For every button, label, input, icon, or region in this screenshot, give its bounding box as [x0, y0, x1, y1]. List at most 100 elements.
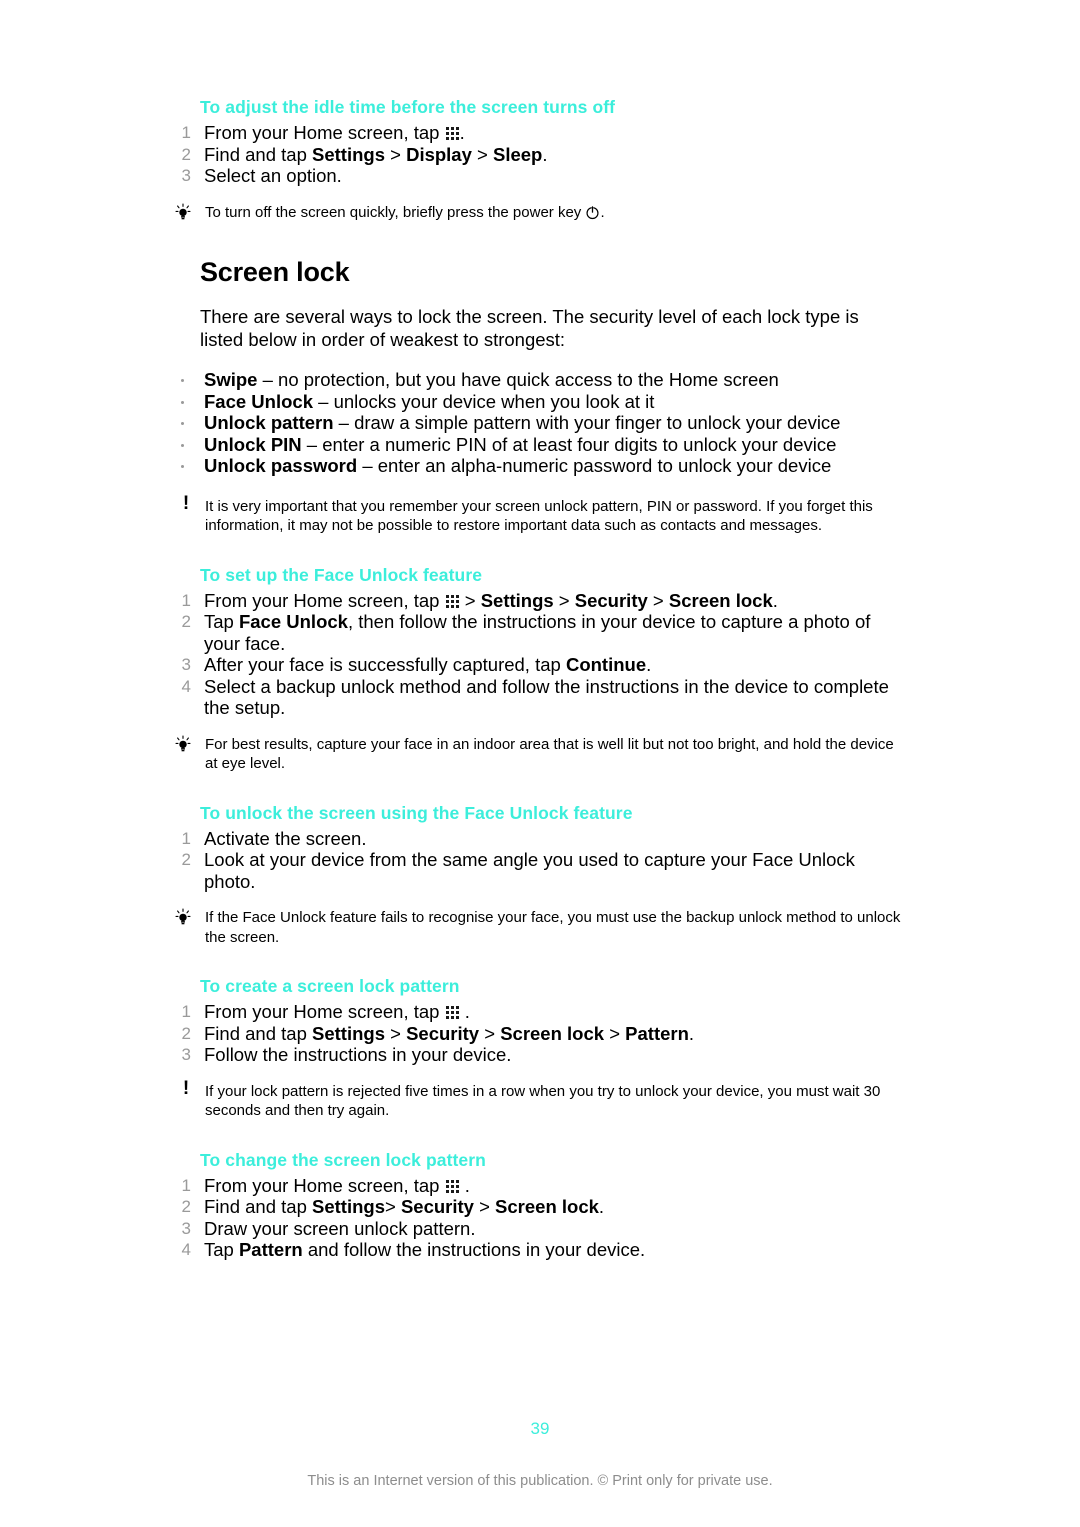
step-number: 2 [181, 1023, 191, 1043]
steps-list-change-pattern: 1 From your Home screen, tap . 2 Find and … [173, 1175, 903, 1261]
app-grid-icon[interactable] [445, 594, 459, 608]
app-grid-icon[interactable] [445, 1179, 459, 1193]
path-separator: > [471, 143, 493, 165]
steps-list-face-unlock-setup: 1 From your Home screen, tap > Settings >… [173, 590, 903, 719]
list-item: Unlock PIN – enter a numeric PIN of at l… [173, 434, 903, 456]
step-item: 1 From your Home screen, tap . [173, 122, 903, 144]
step-number: 2 [181, 144, 191, 164]
step-text: From your Home screen, tap [204, 122, 445, 143]
step-number: 3 [181, 655, 191, 674]
step-text-suffix: . [646, 654, 652, 675]
tip-note-idle-time: To turn off the screen quickly, briefly … [173, 202, 903, 223]
step-text: After your face is successfully captured… [204, 654, 566, 675]
page-title-screen-lock: Screen lock [200, 257, 350, 287]
step-number: 1 [181, 828, 191, 848]
section-heading-create-pattern: To create a screen lock pattern [200, 976, 460, 996]
tip-note-text: For best results, capture your face in a… [205, 735, 894, 773]
step-number: 1 [181, 590, 191, 610]
footer-copyright-note: This is an Internet version of this publ… [307, 1473, 773, 1489]
step-text: Find and tap [204, 143, 312, 165]
step-text: Select an option. [204, 165, 342, 186]
step-text: From your Home screen, tap [204, 1174, 445, 1196]
list-item: Unlock password – enter an alpha-numeric… [173, 455, 903, 477]
menu-path-settings: Settings [312, 1196, 385, 1217]
screen-lock-intro: There are several ways to lock the scree… [200, 306, 859, 350]
menu-path-face-unlock: Face Unlock [238, 611, 348, 632]
menu-path-pattern: Pattern [238, 1239, 303, 1260]
path-separator: > [479, 1022, 501, 1044]
step-text: Select a backup unlock method and follow… [204, 675, 889, 719]
menu-path-settings: Settings [480, 589, 554, 611]
step-text: Draw your screen unlock pattern. [204, 1217, 476, 1239]
lock-type-term: Face Unlock [204, 390, 313, 412]
path-separator: > [384, 143, 407, 165]
lock-type-term: Unlock PIN [204, 433, 302, 455]
menu-path-security: Security [574, 589, 648, 611]
step-number: 1 [181, 1175, 191, 1195]
section-heading-idle-time: To adjust the idle time before the scree… [200, 97, 616, 117]
step-text: Tap [204, 1239, 239, 1260]
warning-note-text: It is very important that you remember y… [205, 497, 873, 535]
section-heading-face-unlock-use: To unlock the screen using the Face Unlo… [200, 802, 633, 823]
step-text: From your Home screen, tap [204, 589, 445, 611]
step-number: 2 [181, 1197, 191, 1216]
step-number: 3 [181, 166, 191, 185]
lock-type-desc: – draw a simple pattern with your finger… [333, 412, 841, 433]
step-text-suffix: . [459, 122, 465, 143]
lightbulb-icon [173, 734, 195, 754]
menu-path-sleep: Sleep [492, 143, 543, 165]
step-text-suffix: . [542, 143, 548, 165]
warning-note-pattern-lockout: ! If your lock pattern is rejected five … [173, 1077, 903, 1121]
app-grid-icon[interactable] [445, 127, 459, 140]
menu-path-screen-lock: Screen lock [668, 589, 773, 611]
step-number: 3 [181, 1045, 191, 1064]
lock-types-list: Swipe – no protection, but you have quic… [173, 369, 903, 477]
path-separator: > [553, 589, 575, 611]
list-item: Face Unlock – unlocks your device when y… [173, 391, 903, 413]
lightbulb-icon [173, 202, 195, 222]
step-item: 4 Select a backup unlock method and follo… [173, 676, 903, 719]
tip-text-pre: To turn off the screen quickly, briefly … [205, 203, 586, 221]
steps-list-face-unlock-use: 1 Activate the screen. 2 Look at your devi… [173, 828, 903, 893]
step-text: Look at your device from the same angle … [204, 849, 855, 892]
step-number: 3 [181, 1218, 191, 1238]
path-separator: > [473, 1196, 496, 1217]
menu-path-screen-lock: Screen lock [495, 1196, 599, 1217]
lock-type-term: Unlock password [204, 455, 358, 476]
step-number: 4 [181, 676, 191, 696]
lock-type-desc: – enter an alpha-numeric password to unl… [357, 455, 832, 476]
step-text-suffix: and follow the instructions in your devi… [302, 1239, 646, 1260]
path-separator: > [459, 589, 481, 611]
steps-list-idle-time: 1 From your Home screen, tap . 2 Find and … [173, 122, 903, 187]
lock-type-term: Swipe [204, 369, 258, 390]
menu-path-security: Security [400, 1196, 474, 1217]
exclamation-icon: ! [182, 492, 190, 514]
lightbulb-icon [173, 908, 195, 927]
warning-note-text: If your lock pattern is rejected five ti… [205, 1082, 881, 1120]
tip-note-face-capture: For best results, capture your face in a… [173, 734, 903, 774]
step-item: 2 Find and tap Settings > Security > Scre… [173, 1023, 903, 1045]
tip-note-face-unlock-fallback: If the Face Unlock feature fails to reco… [173, 908, 903, 947]
steps-list-create-pattern: 1 From your Home screen, tap . 2 Find and … [173, 1001, 903, 1066]
power-key-icon [585, 205, 600, 220]
page-number: 39 [530, 1419, 550, 1438]
list-item: Swipe – no protection, but you have quic… [173, 369, 903, 391]
step-text-suffix: . [772, 589, 778, 611]
path-separator: > [604, 1022, 626, 1044]
step-text-suffix: . [459, 1174, 470, 1196]
step-text: Find and tap [204, 1196, 312, 1217]
menu-path-settings: Settings [312, 143, 385, 165]
menu-path-settings: Settings [312, 1022, 385, 1044]
menu-path-continue: Continue [565, 654, 647, 675]
step-text: Follow the instructions in your device. [204, 1044, 512, 1065]
app-grid-icon[interactable] [445, 1006, 459, 1019]
lock-type-desc: – unlocks your device when you look at i… [313, 390, 655, 412]
step-item: 1 Activate the screen. [173, 828, 903, 850]
step-item: 3 Follow the instructions in your device. [173, 1044, 903, 1066]
step-item: 3 Select an option. [173, 165, 903, 187]
step-text: Find and tap [204, 1022, 312, 1044]
tip-text-post: . [600, 203, 605, 221]
step-text: Activate the screen. [204, 827, 367, 849]
warning-note-remember-credentials: ! It is very important that you remember… [173, 492, 903, 536]
exclamation-icon: ! [182, 1077, 190, 1099]
